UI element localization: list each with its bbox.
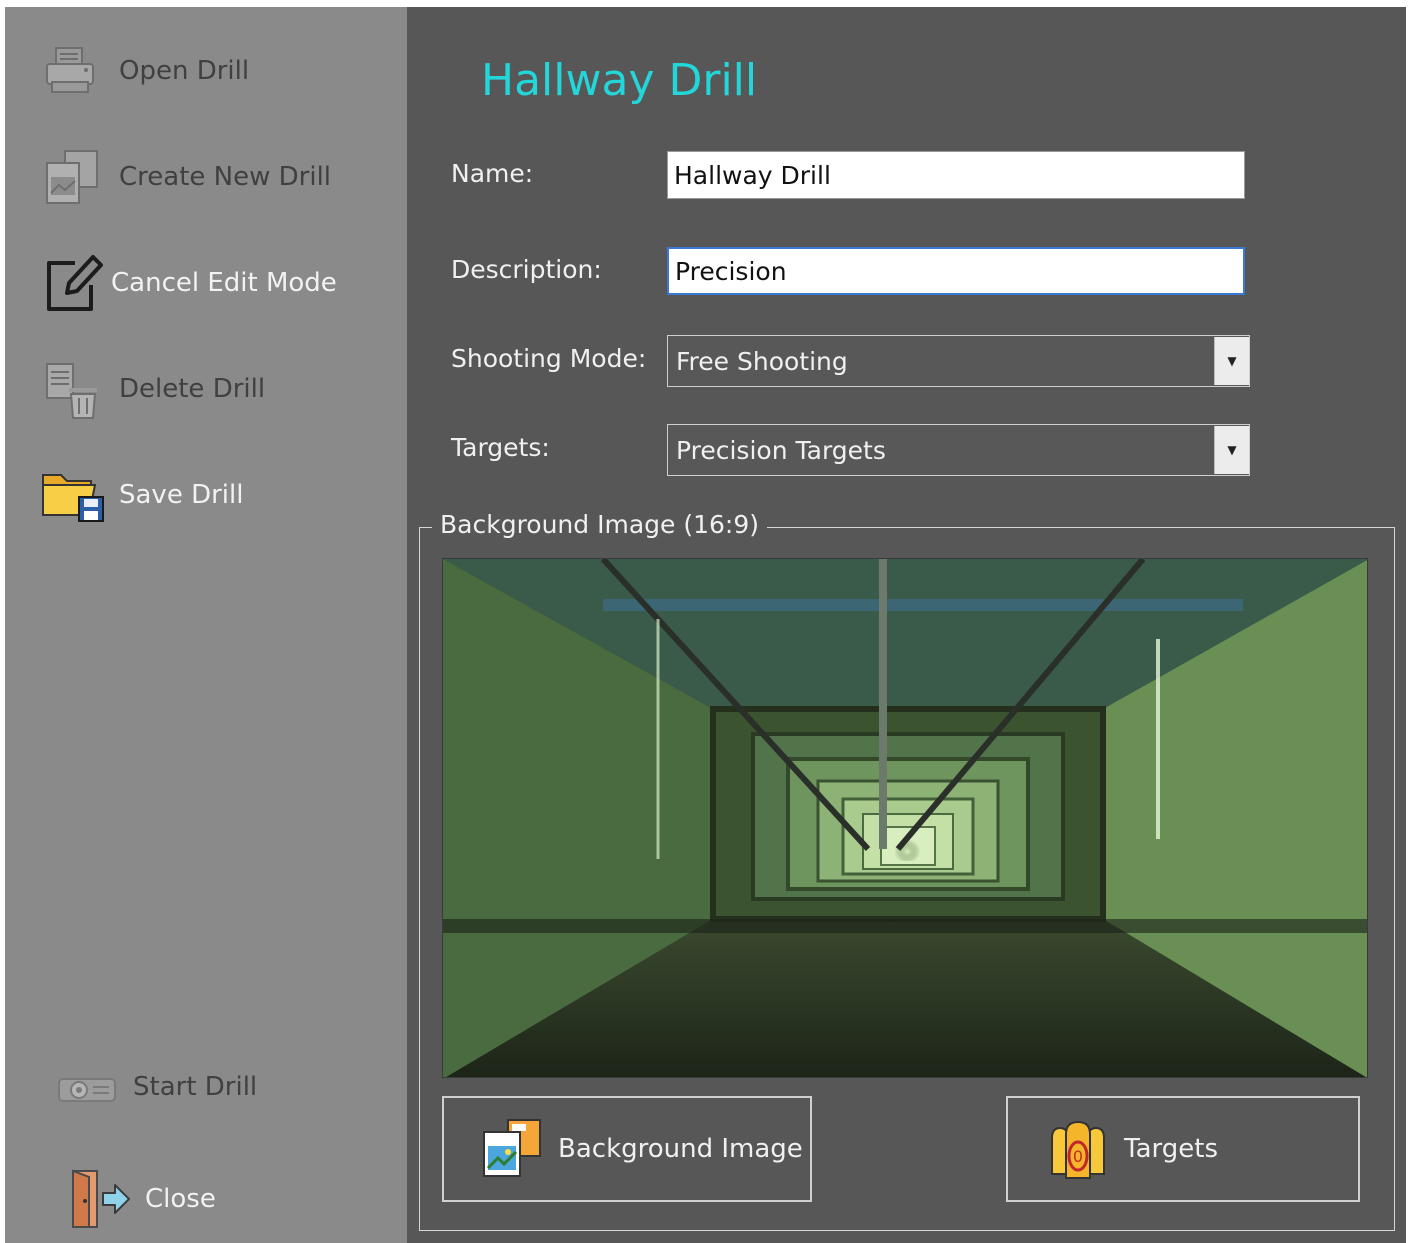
open-drill-button[interactable]: Open Drill — [41, 35, 401, 107]
delete-trash-icon — [41, 357, 105, 421]
delete-drill-button[interactable]: Delete Drill — [41, 353, 401, 425]
start-drill-button[interactable]: Start Drill — [55, 1051, 415, 1123]
printer-icon — [41, 39, 105, 103]
save-drill-button[interactable]: Save Drill — [41, 459, 401, 531]
targets-button-label: Targets — [1124, 1134, 1218, 1164]
close-label: Close — [145, 1184, 216, 1214]
image-files-icon — [480, 1118, 544, 1180]
background-image-preview — [442, 558, 1368, 1078]
create-new-drill-label: Create New Drill — [119, 162, 332, 192]
background-image-button[interactable]: Background Image — [442, 1096, 812, 1202]
chevron-down-icon[interactable]: ▼ — [1214, 337, 1249, 385]
targets-label: Targets: — [451, 433, 550, 462]
name-label: Name: — [451, 159, 534, 188]
folder-save-icon — [41, 463, 105, 527]
projector-icon — [55, 1055, 119, 1119]
page-title: Hallway Drill — [481, 55, 758, 106]
description-label: Description: — [451, 255, 602, 284]
cancel-edit-mode-label: Cancel Edit Mode — [111, 268, 337, 298]
targets-button[interactable]: 0 Targets — [1006, 1096, 1360, 1202]
drill-editor-panel: Hallway Drill Name: Description: Shootin… — [407, 7, 1406, 1243]
sidebar: Open Drill Create New Drill Cancel Edit … — [5, 7, 407, 1243]
image-files-icon — [41, 145, 105, 209]
exit-door-icon — [67, 1167, 131, 1231]
background-image-group: Background Image (16:9) Background Image… — [419, 510, 1395, 1231]
start-drill-label: Start Drill — [133, 1072, 258, 1102]
description-input[interactable] — [667, 247, 1245, 295]
shooting-mode-label: Shooting Mode: — [451, 344, 647, 373]
name-input[interactable] — [667, 151, 1245, 199]
save-drill-label: Save Drill — [119, 480, 244, 510]
close-button[interactable]: Close — [67, 1163, 427, 1235]
open-drill-label: Open Drill — [119, 56, 250, 86]
background-image-group-label: Background Image (16:9) — [432, 510, 767, 539]
chevron-down-icon[interactable]: ▼ — [1214, 426, 1249, 474]
targets-icon: 0 — [1046, 1118, 1110, 1180]
cancel-edit-mode-button[interactable]: Cancel Edit Mode — [41, 247, 401, 319]
delete-drill-label: Delete Drill — [119, 374, 266, 404]
targets-select[interactable]: Precision Targets ▼ — [667, 424, 1250, 476]
shooting-mode-select[interactable]: Free Shooting ▼ — [667, 335, 1250, 387]
create-new-drill-button[interactable]: Create New Drill — [41, 141, 401, 213]
edit-pencil-icon — [41, 251, 105, 315]
svg-text:0: 0 — [1073, 1147, 1083, 1166]
background-image-button-label: Background Image — [558, 1134, 803, 1164]
shooting-mode-value: Free Shooting — [676, 346, 848, 376]
targets-value: Precision Targets — [676, 435, 886, 465]
